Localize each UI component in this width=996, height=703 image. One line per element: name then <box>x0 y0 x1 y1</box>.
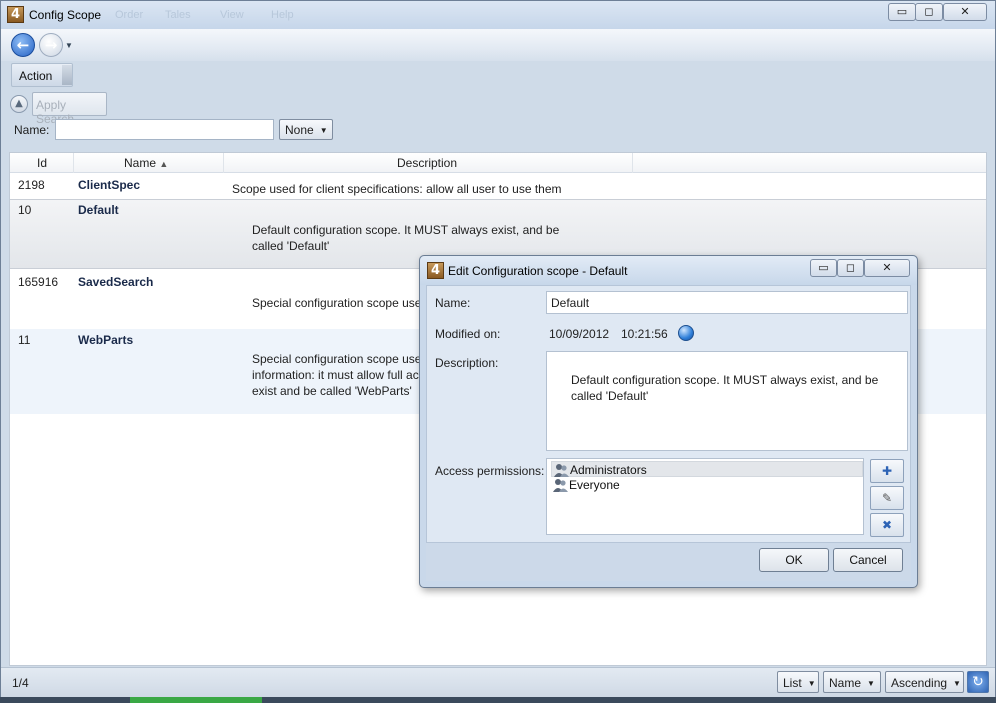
scope-name-field[interactable]: Default <box>546 291 908 314</box>
chevron-down-icon: ▼ <box>953 679 961 688</box>
user-group-icon <box>554 464 569 477</box>
list-item[interactable]: Everyone <box>551 477 620 493</box>
row-id: 165916 <box>18 275 59 289</box>
globe-icon[interactable] <box>678 325 694 341</box>
permissions-label: Access permissions: <box>435 464 545 478</box>
row-description: Special configuration scope use informat… <box>252 352 422 398</box>
list-header: Id Name ▲ Description <box>10 153 986 173</box>
refresh-icon[interactable]: ↻ <box>967 671 989 693</box>
row-description: Special configuration scope use <box>252 296 422 310</box>
column-header-name[interactable]: Name ▲ <box>124 156 168 170</box>
row-name: WebParts <box>78 333 134 347</box>
dialog-title-bar: 4 Edit Configuration scope - Default ▭ ◻… <box>420 256 917 285</box>
dialog-close-button[interactable]: ✕ <box>864 259 910 277</box>
scope-name-label: Name: <box>435 296 471 310</box>
permission-name: Everyone <box>569 478 620 492</box>
row-name: Default <box>78 203 119 217</box>
modified-label: Modified on: <box>435 327 501 341</box>
edit-permission-icon[interactable]: ✎ <box>870 486 904 510</box>
record-count: 1/4 <box>12 676 29 690</box>
history-dropdown-icon[interactable]: ▼ <box>65 41 73 50</box>
sort-field-select[interactable]: Name ▼ <box>823 671 881 693</box>
view-mode-select[interactable]: List ▼ <box>777 671 819 693</box>
column-header-id[interactable]: Id <box>37 156 47 170</box>
column-header-name-label: Name <box>124 156 157 170</box>
row-name: ClientSpec <box>78 178 141 192</box>
action-overflow-grip[interactable] <box>62 65 72 85</box>
title-bar: 4 Config Scope Order Tales View Help ▭ ◻… <box>1 1 995 29</box>
status-bar: 1/4 List ▼ Name ▼ Ascending ▼ ↻ <box>1 667 995 697</box>
sort-field-value: Name <box>829 676 862 690</box>
match-mode-select[interactable]: None ▼ <box>279 119 333 140</box>
minimize-button[interactable]: ▭ <box>888 3 916 21</box>
description-label: Description: <box>435 356 499 370</box>
chevron-down-icon: ▼ <box>867 679 875 688</box>
ghost-menu-tales: Tales <box>165 9 191 21</box>
maximize-button[interactable]: ◻ <box>915 3 943 21</box>
dialog-title: Edit Configuration scope - Default <box>448 264 628 278</box>
column-divider[interactable] <box>632 153 633 173</box>
modified-date: 10/09/2012 <box>549 327 610 341</box>
app-icon: 4 <box>7 6 24 23</box>
chevron-down-icon: ▼ <box>319 126 328 135</box>
dialog-minimize-button[interactable]: ▭ <box>810 259 837 277</box>
match-mode-value: None <box>285 123 314 137</box>
collapse-search-icon[interactable]: ▲ <box>10 95 28 113</box>
description-field[interactable]: Default configuration scope. It MUST alw… <box>546 351 908 451</box>
close-button[interactable]: ✕ <box>943 3 987 21</box>
cancel-button[interactable]: Cancel <box>833 548 903 572</box>
column-divider[interactable] <box>73 153 74 173</box>
sort-order-value: Ascending <box>891 676 948 690</box>
app-icon: 4 <box>427 262 444 279</box>
sort-ascending-icon: ▲ <box>159 159 169 169</box>
row-description: Scope used for client specifications: al… <box>232 182 562 196</box>
column-divider[interactable] <box>223 153 224 173</box>
ghost-menu-help: Help <box>271 9 294 21</box>
name-filter-label: Name: <box>14 123 50 137</box>
dialog-maximize-button[interactable]: ◻ <box>837 259 864 277</box>
view-mode-value: List <box>783 676 802 690</box>
ghost-menu-view: View <box>220 9 244 21</box>
remove-permission-icon[interactable]: ✖ <box>870 513 904 537</box>
user-group-icon <box>553 479 568 492</box>
taskbar-item[interactable] <box>130 697 262 703</box>
permission-name: Administrators <box>570 463 647 477</box>
back-arrow-icon[interactable]: ← <box>11 33 35 57</box>
row-name: SavedSearch <box>78 275 154 289</box>
column-header-description[interactable]: Description <box>397 156 457 170</box>
edit-scope-dialog: 4 Edit Configuration scope - Default ▭ ◻… <box>419 255 918 588</box>
modified-time: 10:21:56 <box>621 327 668 341</box>
ok-button[interactable]: OK <box>759 548 829 572</box>
apply-search-button[interactable]: Apply Search <box>32 92 107 126</box>
row-id: 2198 <box>18 178 45 192</box>
sort-order-select[interactable]: Ascending ▼ <box>885 671 964 693</box>
row-id: 10 <box>18 203 32 217</box>
dialog-footer: OK Cancel <box>426 543 911 581</box>
add-permission-icon[interactable]: ✚ <box>870 459 904 483</box>
list-item[interactable]: Administrators <box>551 461 863 477</box>
name-filter-input[interactable] <box>55 119 274 140</box>
ghost-menu-order: Order <box>115 9 144 21</box>
row-id: 11 <box>18 333 31 347</box>
navigation-bar: ← → ▼ <box>1 29 995 61</box>
chevron-down-icon: ▼ <box>807 679 816 688</box>
row-description: Default configuration scope. It MUST alw… <box>252 223 560 253</box>
permissions-list: Administrators Everyone <box>546 458 864 535</box>
window-title: Config Scope <box>29 8 102 22</box>
dialog-body: Name: Default Modified on: 10/09/2012 10… <box>426 285 911 543</box>
table-row[interactable]: 2198 ClientSpec Scope used for client sp… <box>10 174 986 199</box>
forward-arrow-icon[interactable]: → <box>39 33 63 57</box>
